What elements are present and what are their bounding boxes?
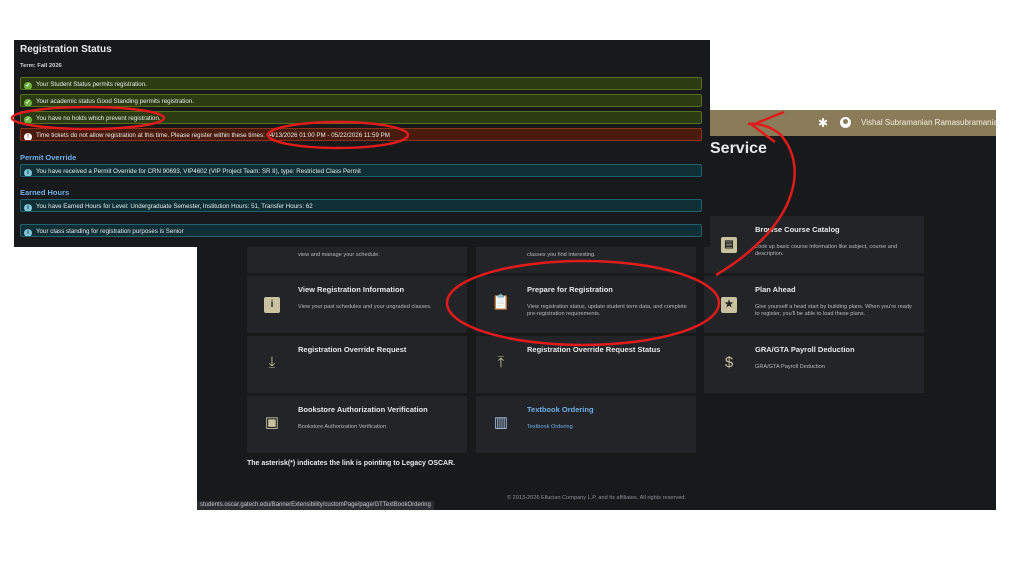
term-label: Term: Fall 2026	[20, 63, 62, 69]
info-icon: i	[261, 292, 283, 314]
info-text: Your class standing for registration pur…	[36, 228, 184, 235]
info-icon: i	[24, 229, 32, 236]
status-text: You have no holds which prevent registra…	[36, 115, 161, 122]
card-title[interactable]: Registration Override Request Status	[527, 345, 660, 354]
card-description: View your past schedules and your ungrad…	[298, 304, 432, 310]
card-title[interactable]: View Registration Information	[298, 285, 404, 294]
card-description: GRA/GTA Payroll Deduction	[755, 364, 825, 370]
earned-hours-heading: Earned Hours	[20, 188, 70, 197]
card-description: Give yourself a head start by building p…	[755, 304, 912, 317]
card-title[interactable]: Registration Override Request	[298, 345, 406, 354]
card-registration-override-request[interactable]: ⤓ Registration Override Request	[247, 336, 467, 393]
card-browse-course-catalog[interactable]: ▤ Browse Course Catalog Look up basic co…	[704, 216, 924, 273]
username[interactable]: Vishal Subramanian Ramasubramanian	[861, 118, 996, 127]
clipboard-icon: 📋	[491, 294, 511, 311]
user-avatar-icon[interactable]	[840, 117, 851, 128]
card-title[interactable]: Plan Ahead	[755, 285, 796, 294]
earned-hours-message: i You have Earned Hours for Level: Underg…	[20, 199, 702, 212]
card-registration-override-request-status[interactable]: ⤒ Registration Override Request Status	[476, 336, 696, 393]
check-icon: ✓	[24, 82, 32, 89]
card-plan-ahead[interactable]: ★ Plan Ahead Give yourself a head start …	[704, 276, 924, 333]
card-title[interactable]: GRA/GTA Payroll Deduction	[755, 345, 855, 354]
check-icon: ✓	[24, 116, 32, 123]
card-title[interactable]: Textbook Ordering	[527, 405, 594, 414]
card-description: classes you find interesting.	[527, 252, 596, 258]
card-view-registration-information[interactable]: i View Registration Information View you…	[247, 276, 467, 333]
permit-override-heading: Permit Override	[20, 153, 77, 162]
permit-override-message: i You have received a Permit Override for…	[20, 164, 702, 177]
book-icon: ▤	[718, 232, 740, 254]
page-title: Registration Status	[20, 44, 112, 55]
card-description: View registration status, update student…	[527, 304, 687, 317]
status-text: Time tickets do not allow registration a…	[36, 132, 390, 139]
status-text: Your academic status Good Standing permi…	[36, 98, 194, 105]
books-shelf-icon: ▥	[493, 414, 509, 431]
upload-tray-icon: ⤒	[497, 354, 505, 371]
status-text: Your Student Status permits registration…	[36, 81, 147, 88]
card-textbook-ordering[interactable]: ▥ Textbook Ordering Textbook Ordering	[476, 396, 696, 453]
alert-icon: !	[24, 133, 32, 140]
status-bar-url: students.oscar.gatech.edu/BannerExtensib…	[197, 501, 434, 510]
registration-status-window: Registration Status Term: Fall 2026 ✓ You…	[14, 40, 710, 247]
status-message: ✓ You have no holds which prevent registr…	[20, 111, 702, 124]
status-message-error: ! Time tickets do not allow registration …	[20, 128, 702, 141]
info-text: You have Earned Hours for Level: Undergr…	[36, 203, 313, 210]
status-message: ✓ Your academic status Good Standing perm…	[20, 94, 702, 107]
page-title: Service	[710, 140, 767, 157]
card-bookstore-authorization-verification[interactable]: ▣ Bookstore Authorization Verification B…	[247, 396, 467, 453]
gear-icon[interactable]: ✱	[818, 116, 828, 130]
calendar-star-icon: ★	[718, 292, 740, 314]
card-title[interactable]: Browse Course Catalog	[755, 225, 840, 234]
info-text: You have received a Permit Override for …	[36, 168, 361, 175]
class-standing-message: i Your class standing for registration pu…	[20, 224, 702, 237]
card-title[interactable]: Prepare for Registration	[527, 285, 613, 294]
info-icon: i	[24, 204, 32, 211]
check-icon: ✓	[24, 99, 32, 106]
copyright: © 2013-2026 Ellucian Company L.P. and it…	[507, 495, 686, 501]
card-gra-gta-payroll-deduction[interactable]: $ GRA/GTA Payroll Deduction GRA/GTA Payr…	[704, 336, 924, 393]
dollar-hand-icon: $	[724, 354, 734, 371]
card-description: Look up basic course information like su…	[755, 244, 898, 257]
status-message: ✓ Your Student Status permits registratio…	[20, 77, 702, 90]
card-description: view and manage your schedule.	[298, 252, 380, 258]
card-description: Bookstore Authorization Verification	[298, 424, 386, 430]
info-icon: i	[24, 169, 32, 176]
download-tray-icon: ⤓	[268, 354, 276, 371]
card-title[interactable]: Bookstore Authorization Verification	[298, 405, 428, 414]
card-description[interactable]: Textbook Ordering	[527, 424, 687, 431]
card-prepare-for-registration[interactable]: 📋 Prepare for Registration View registra…	[476, 276, 696, 333]
screenshot-stage: ✱ Vishal Subramanian Ramasubramanian Ser…	[0, 0, 1024, 576]
asterisk-note: The asterisk(*) indicates the link is po…	[247, 460, 456, 467]
box-book-icon: ▣	[264, 414, 280, 431]
